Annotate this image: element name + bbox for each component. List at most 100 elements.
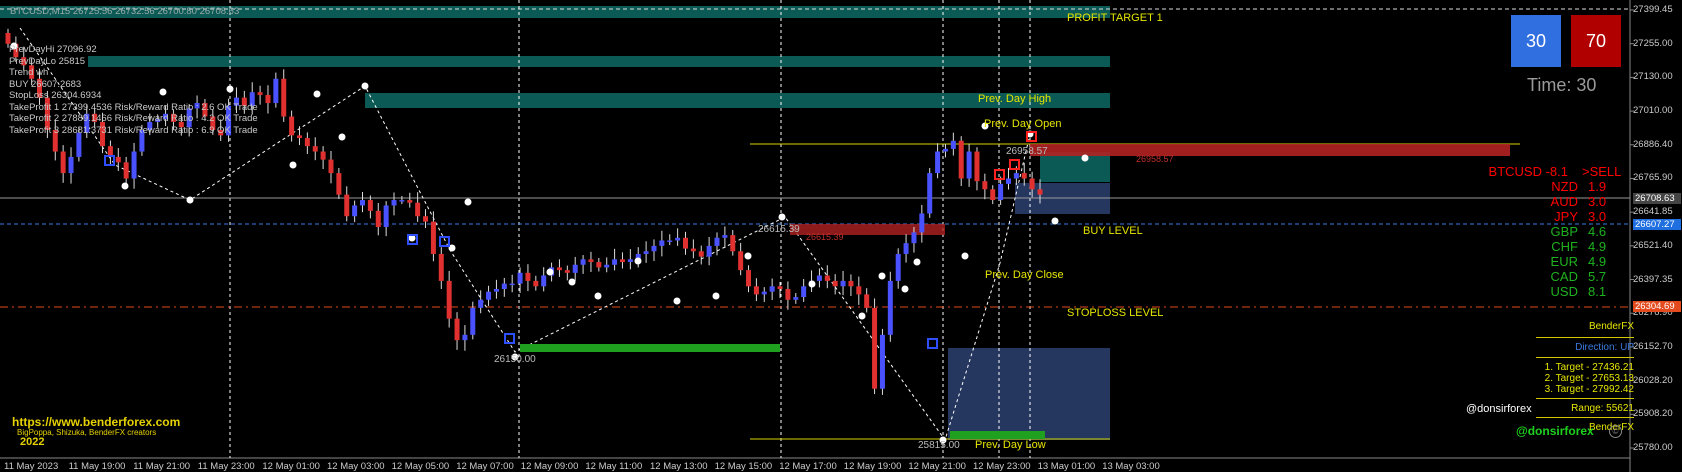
benderfx-separator bbox=[1536, 357, 1634, 358]
branding-url[interactable]: https://www.benderforex.com bbox=[12, 415, 180, 429]
time-axis-label: 12 May 03:00 bbox=[327, 461, 385, 472]
candle-body bbox=[320, 151, 326, 160]
zigzag-low-label: 25815.00 bbox=[918, 440, 960, 451]
candle-body bbox=[927, 173, 933, 214]
candle-body bbox=[785, 288, 791, 300]
candle-body bbox=[352, 205, 358, 217]
candle-body bbox=[966, 151, 972, 179]
indicator-line: PrevDayHi 27096.92 bbox=[9, 44, 97, 55]
zigzag-high-label: 26958.57 bbox=[1006, 146, 1048, 157]
fractal-dot bbox=[464, 198, 472, 206]
candle-body bbox=[761, 291, 767, 295]
candle-body bbox=[698, 251, 704, 257]
candle-body bbox=[840, 280, 846, 287]
candle-body bbox=[407, 200, 413, 203]
candle-body bbox=[935, 151, 941, 174]
candle-body bbox=[360, 200, 366, 206]
strength-value: 1.9 bbox=[1588, 179, 1607, 194]
time-axis-label: 12 May 15:00 bbox=[714, 461, 773, 472]
candle-body bbox=[998, 183, 1004, 201]
candle-body bbox=[950, 140, 956, 149]
candle-body bbox=[722, 235, 728, 238]
buy-signal-cluster-2 bbox=[950, 431, 1045, 439]
candle-body bbox=[1005, 178, 1011, 184]
candle-body bbox=[1013, 173, 1019, 179]
candle-body bbox=[753, 286, 759, 295]
candle-body bbox=[643, 251, 649, 254]
candle-body bbox=[958, 140, 964, 179]
prev-day-low-label: Prev. Day Low bbox=[975, 439, 1046, 451]
fractal-dot bbox=[1081, 154, 1089, 162]
candle-body bbox=[344, 194, 350, 217]
time-axis-label: 13 May 03:00 bbox=[1102, 461, 1160, 472]
strength-row: AUD 3.0 bbox=[1480, 194, 1620, 209]
candle-body bbox=[1029, 178, 1035, 190]
sell-signal-text: 26958.57 bbox=[1136, 154, 1174, 164]
fractal-dot bbox=[744, 252, 752, 260]
strength-value: 4.9 bbox=[1588, 254, 1607, 269]
candle-body bbox=[509, 283, 515, 286]
candle-body bbox=[659, 240, 665, 246]
fractal-dot bbox=[673, 297, 681, 305]
strength-value: 3.0 bbox=[1588, 209, 1607, 224]
benderfx-target-3: 3. Target - 27992.42 bbox=[1544, 384, 1634, 395]
strength-value: >SELL bbox=[1582, 164, 1622, 179]
benderfx-separator bbox=[1536, 417, 1634, 418]
fractal-dot bbox=[1051, 217, 1059, 225]
candle-body bbox=[738, 251, 744, 271]
candle-body bbox=[517, 272, 523, 284]
price-axis-label: 27130.00 bbox=[1633, 71, 1673, 83]
zigzag-low-label: 26150.00 bbox=[494, 354, 536, 365]
candle-body bbox=[879, 334, 885, 389]
candle-body bbox=[856, 286, 862, 295]
candle-body bbox=[793, 297, 799, 300]
price-axis-label: 26028.20 bbox=[1633, 374, 1673, 386]
candle-body bbox=[919, 213, 925, 233]
handle-white: @donsirforex bbox=[1466, 403, 1532, 415]
fractal-dot bbox=[808, 280, 816, 288]
candle-body bbox=[265, 94, 271, 104]
candle-body bbox=[367, 200, 373, 211]
candle-body bbox=[328, 159, 334, 174]
fractal-dot bbox=[634, 257, 642, 265]
fractal-dot bbox=[901, 285, 909, 293]
strength-name: JPY bbox=[1554, 209, 1578, 224]
candle-body bbox=[525, 272, 531, 281]
candle-body bbox=[415, 202, 421, 217]
right-teal-zone bbox=[1040, 152, 1110, 182]
candle-body bbox=[942, 148, 948, 152]
candle-body bbox=[604, 264, 610, 268]
fractal-dot bbox=[338, 133, 346, 141]
fractal-dot bbox=[961, 252, 969, 260]
strength-name: GBP bbox=[1550, 224, 1578, 239]
benderfx-separator bbox=[1536, 337, 1634, 338]
candle-body bbox=[848, 280, 854, 287]
candle-body bbox=[281, 78, 287, 117]
strength-row: CHF 4.9 bbox=[1480, 239, 1620, 254]
candle-body bbox=[824, 275, 830, 281]
price-axis-label: 26397.35 bbox=[1633, 273, 1673, 285]
candle-body bbox=[1021, 173, 1027, 179]
fractal-dot bbox=[712, 292, 720, 300]
time-axis-label: 13 May 01:00 bbox=[1037, 461, 1096, 472]
time-label: Time: 30 bbox=[1527, 75, 1597, 95]
indicator-line: BUY 26607.2683 bbox=[9, 78, 82, 90]
time-axis-label: 12 May 23:00 bbox=[973, 461, 1031, 472]
fractal-dot bbox=[568, 278, 576, 286]
candle-body bbox=[446, 280, 452, 319]
candle-body bbox=[438, 253, 444, 281]
candle-body bbox=[391, 200, 397, 206]
candle-body bbox=[872, 307, 878, 389]
strength-row: GBP 4.6 bbox=[1480, 224, 1620, 239]
indicator-line: TakeProfit 1 27399.4536 Risk/Reward Rati… bbox=[9, 101, 258, 113]
branding-year: 2022 bbox=[20, 436, 45, 448]
benderfx-range: Range: 55621 bbox=[1571, 403, 1634, 414]
time-axis-label: 11 May 19:00 bbox=[68, 461, 126, 472]
time-axis-label: 12 May 17:00 bbox=[779, 461, 837, 472]
strength-value: 5.7 bbox=[1588, 269, 1607, 284]
candle-body bbox=[801, 286, 807, 298]
price-axis-label: 27399.45 bbox=[1633, 4, 1673, 15]
current-price-tag: 26708.63 bbox=[1633, 193, 1681, 204]
candle-body bbox=[832, 280, 838, 287]
candle-body bbox=[462, 334, 468, 341]
